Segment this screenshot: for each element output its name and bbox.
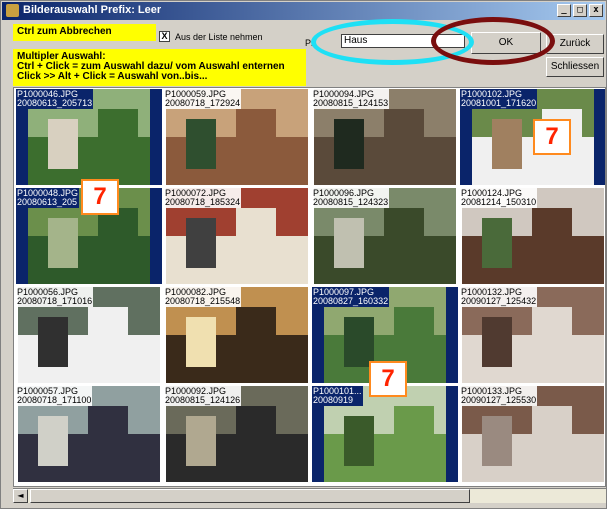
thumbnail-date: 20080827_160332: [313, 296, 389, 306]
horizontal-scrollbar[interactable]: ◄: [13, 488, 606, 503]
multi-select-help: Multipler Auswahl: Ctrl + Click = zum Au…: [13, 49, 306, 86]
red-highlight-ellipse: [431, 17, 555, 65]
minimize-button[interactable]: _: [557, 4, 571, 17]
thumbnail-caption: P1000102.JPG 20081001_171620: [460, 89, 538, 109]
thumbnail-cell[interactable]: P1000046.JPG 20080613_205713: [16, 89, 162, 185]
scroll-left-arrow-icon[interactable]: ◄: [13, 489, 28, 503]
thumbnail-grid: P1000046.JPG 20080613_205713 P1000059.JPG 2…: [13, 87, 606, 487]
thumbnail-date: 20090127_125432: [461, 296, 537, 306]
back-button[interactable]: Zurück: [546, 34, 604, 54]
multi-select-alt-hint: Click >> Alt + Click = Auswahl von..bis.…: [17, 71, 208, 82]
thumbnail-caption: P1000057.JPG 20080718_171100: [16, 386, 93, 406]
thumbnail-cell[interactable]: P1000094.JPG 20080815_124153: [312, 89, 458, 185]
thumbnail-date: 20080613_205: [17, 197, 78, 207]
thumbnail-date: 20080718_185324: [165, 197, 241, 207]
thumbnail-date: 20080815_124153: [313, 98, 389, 108]
thumbnail-cell[interactable]: P1000133.JPG 20090127_125530: [460, 386, 605, 482]
thumbnail-date: 20090127_125530: [461, 395, 537, 405]
thumbnail-caption: P1000094.JPG 20080815_124153: [312, 89, 390, 109]
thumbnail-cell[interactable]: P1000101... 20080919: [312, 386, 458, 482]
thumbnail-caption: P1000096.JPG 20080815_124323: [312, 188, 390, 208]
thumbnail-date: 20080718_171100: [17, 395, 92, 405]
thumbnail-cell[interactable]: P1000132.JPG 20090127_125432: [460, 287, 605, 383]
scrollbar-thumb[interactable]: [30, 489, 470, 503]
app-icon: [6, 4, 19, 17]
thumbnail-caption: P1000046.JPG 20080613_205713: [16, 89, 94, 109]
cancel-hint: Ctrl zum Abbrechen: [13, 24, 156, 41]
thumbnail-caption: P1000133.JPG 20090127_125530: [460, 386, 538, 406]
image-selection-window: Bilderauswahl Prefix: Leer _ □ x Ctrl zu…: [0, 0, 607, 509]
thumbnail-caption: P1000056.JPG 20080718_171016: [16, 287, 94, 307]
window-title: Bilderauswahl Prefix: Leer: [23, 4, 162, 16]
close-window-button[interactable]: x: [589, 4, 603, 17]
thumbnail-cell[interactable]: P1000124.JPG 20081214_150310: [460, 188, 605, 284]
thumbnail-date: 20080718_172924: [165, 98, 241, 108]
remove-from-list-option[interactable]: X Aus der Liste nehmen: [159, 31, 263, 42]
thumbnail-cell[interactable]: P1000057.JPG 20080718_171100: [16, 386, 162, 482]
remove-from-list-checkbox[interactable]: X: [159, 31, 170, 42]
thumbnail-date: 20080718_171016: [17, 296, 93, 306]
thumbnail-caption: P1000124.JPG 20081214_150310: [460, 188, 538, 208]
thumbnail-caption: P1000082.JPG 20080718_215548: [164, 287, 242, 307]
thumbnail-cell[interactable]: P1000082.JPG 20080718_215548: [164, 287, 310, 383]
thumbnail-cell[interactable]: P1000059.JPG 20080718_172924: [164, 89, 310, 185]
thumbnail-cell[interactable]: P1000056.JPG 20080718_171016: [16, 287, 162, 383]
thumbnail-cell[interactable]: P1000092.JPG 20080815_124126: [164, 386, 310, 482]
badge-seven: 7: [369, 361, 407, 397]
thumbnail-caption: P1000101... 20080919: [312, 386, 363, 406]
close-button[interactable]: Schliessen: [546, 57, 604, 77]
thumbnail-caption: P1000048.JPG 20080613_205: [16, 188, 80, 208]
thumbnail-caption: P1000092.JPG 20080815_124126: [164, 386, 242, 406]
thumbnail-caption: P1000132.JPG 20090127_125432: [460, 287, 538, 307]
thumbnail-caption: P1000059.JPG 20080718_172924: [164, 89, 242, 109]
maximize-button[interactable]: □: [573, 4, 587, 17]
thumbnail-date: 20080613_205713: [17, 98, 93, 108]
thumbnail-date: 20080919: [313, 395, 354, 405]
badge-seven: 7: [81, 179, 119, 215]
thumbnail-date: 20081001_171620: [461, 98, 537, 108]
thumbnail-date: 20080815_124323: [313, 197, 389, 207]
window-controls: _ □ x: [557, 4, 603, 17]
thumbnail-date: 20081214_150310: [461, 197, 537, 207]
title-bar[interactable]: Bilderauswahl Prefix: Leer _ □ x: [2, 2, 605, 20]
thumbnail-date: 20080718_215548: [165, 296, 241, 306]
thumbnail-cell[interactable]: P1000096.JPG 20080815_124323: [312, 188, 458, 284]
badge-seven: 7: [533, 119, 571, 155]
thumbnail-caption: P1000097.JPG 20080827_160332: [312, 287, 390, 307]
thumbnail-cell[interactable]: P1000072.JPG 20080718_185324: [164, 188, 310, 284]
thumbnail-date: 20080815_124126: [165, 395, 241, 405]
remove-from-list-label: Aus der Liste nehmen: [175, 31, 263, 42]
thumbnail-caption: P1000072.JPG 20080718_185324: [164, 188, 242, 208]
